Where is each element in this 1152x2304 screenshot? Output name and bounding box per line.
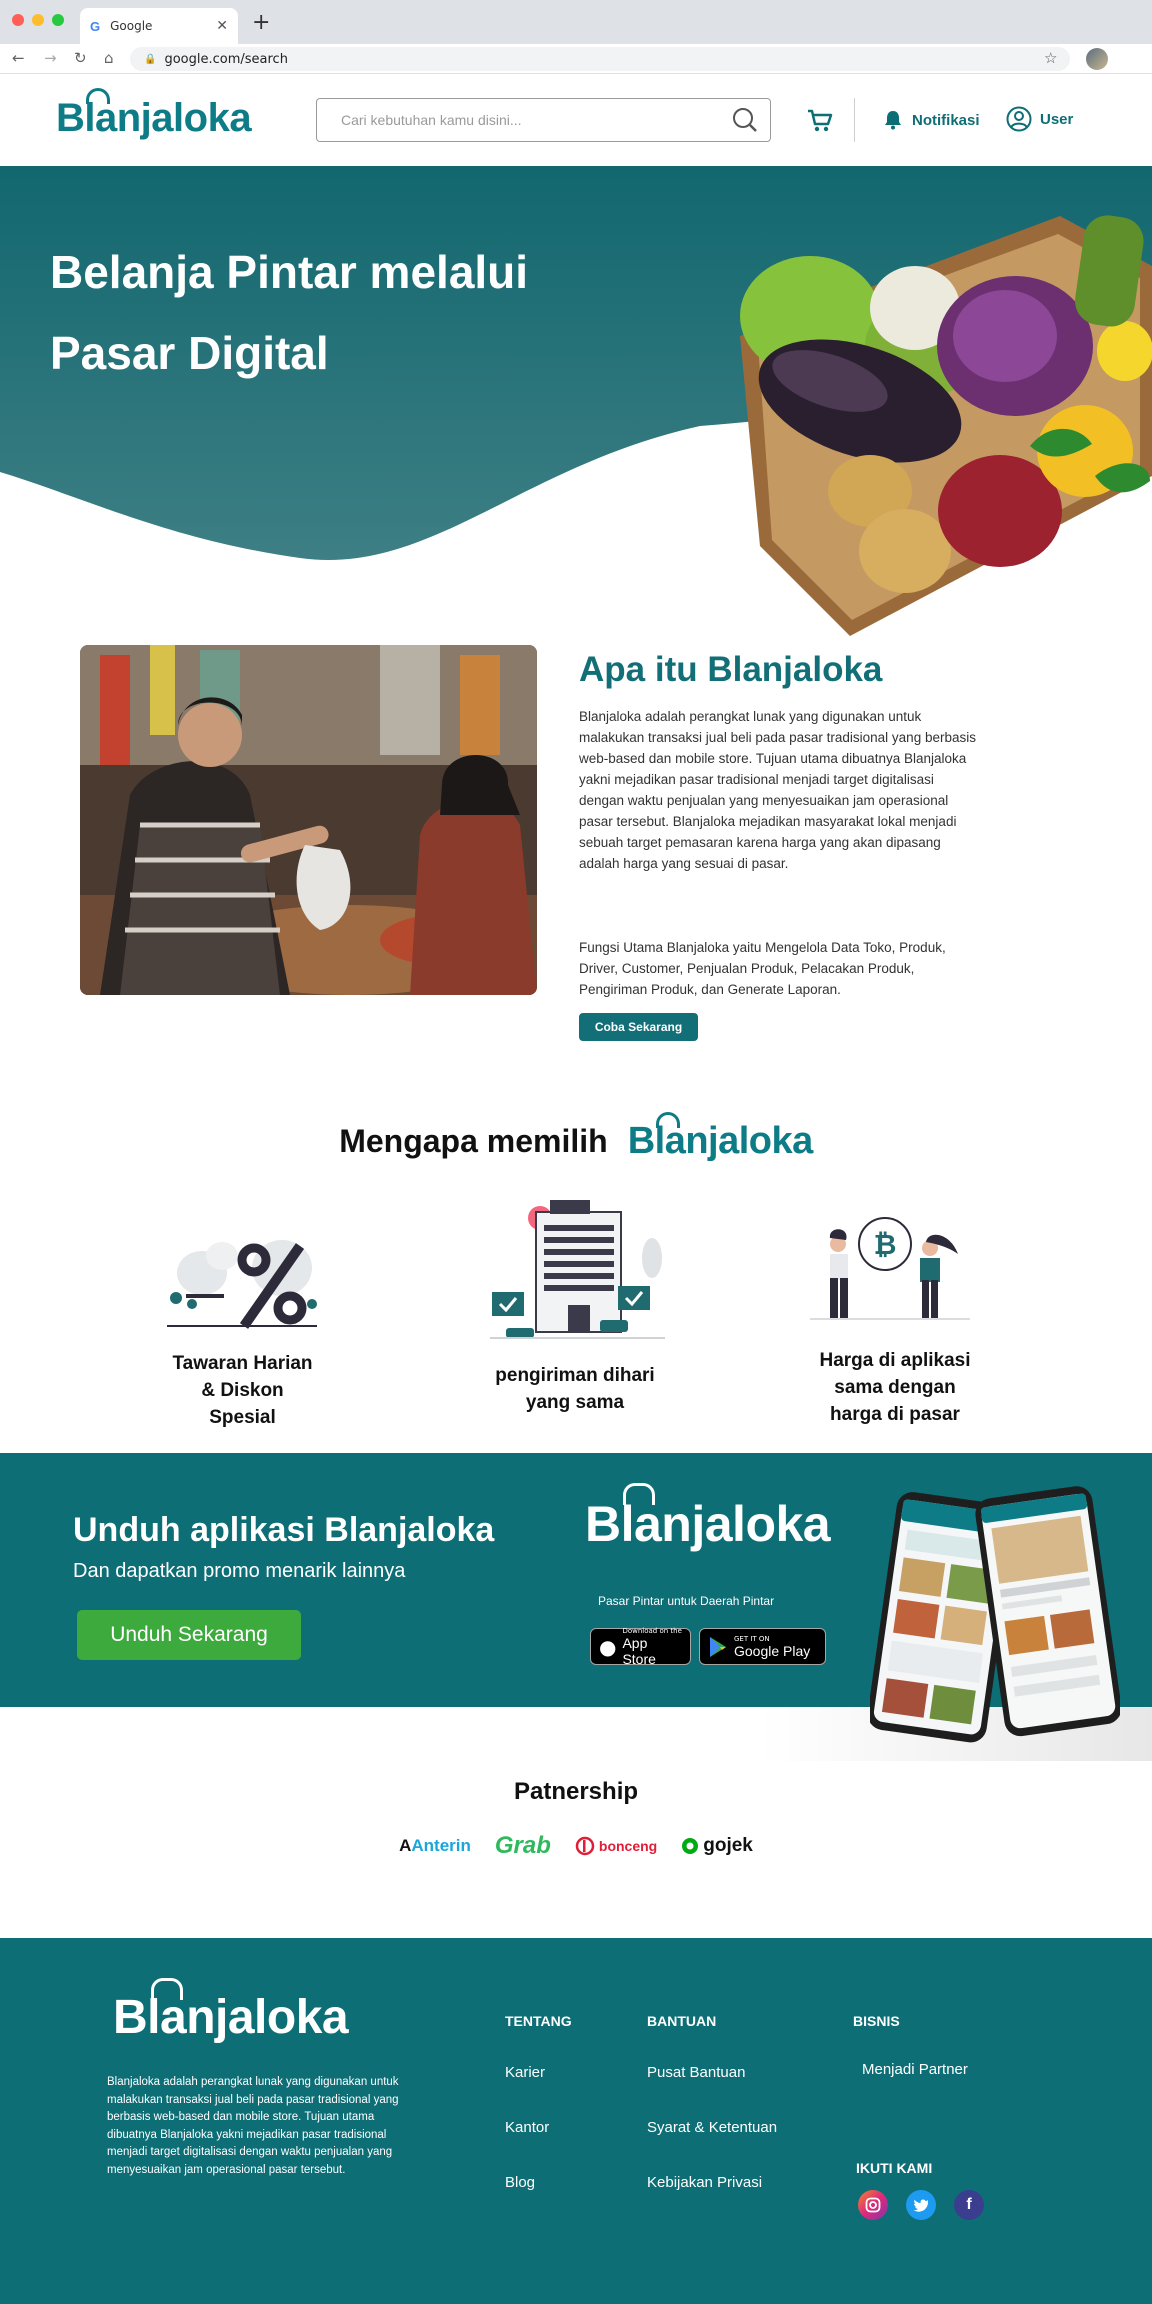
header-logo[interactable]: Blanjaloka [56, 88, 252, 141]
partner-gojek-logo: gojek [681, 1835, 753, 1857]
site-footer: Blanjaloka Blanjaloka adalah perangkat l… [0, 1938, 1152, 2304]
about-functions-paragraph: Fungsi Utama Blanjaloka yaitu Mengelola … [579, 940, 946, 997]
partner-grab-logo: Grab [494, 1832, 551, 1859]
lock-icon: 🔒 [144, 53, 157, 65]
about-paragraph: Blanjaloka adalah perangkat lunak yang d… [579, 709, 976, 871]
feature-market-price: Harga di aplikasi sama dengan harga di p… [819, 1350, 971, 1425]
footer-link-karier[interactable]: Karier [505, 2064, 545, 2081]
reload-icon[interactable]: ↻ [74, 49, 87, 67]
download-logo: Blanjaloka [585, 1483, 831, 1553]
footer-link-partner[interactable]: Menjadi Partner [862, 2061, 968, 2078]
user-label: User [1040, 110, 1074, 128]
back-icon[interactable]: ← [12, 49, 25, 67]
try-now-button[interactable]: Coba Sekarang [579, 1013, 698, 1041]
download-tagline: Pasar Pintar untuk Daerah Pintar [598, 1594, 775, 1608]
why-title-text: Mengapa memilih [339, 1123, 608, 1159]
download-now-button[interactable]: Unduh Sekarang [77, 1610, 301, 1660]
notification-button[interactable]: Notifikasi [884, 110, 980, 130]
hero-title: Belanja Pintar melalui Pasar Digital [50, 246, 529, 379]
cart-icon[interactable] [806, 108, 834, 134]
bell-icon [885, 111, 901, 130]
facebook-icon[interactable]: f [954, 2190, 984, 2220]
why-title: Mengapa memilih Blanjaloka [0, 1112, 1152, 1163]
why-logo: Blanjaloka [628, 1112, 813, 1163]
google-play-badge[interactable]: GET IT ON Google Play [699, 1628, 826, 1665]
partnership-title: Patnership [513, 1778, 639, 1805]
window-controls [12, 14, 64, 26]
profile-avatar[interactable] [1086, 48, 1108, 70]
bookmark-star-icon[interactable]: ☆ [1044, 49, 1057, 67]
footer-bantuan-title: BANTUAN [647, 2013, 717, 2029]
app-phones-image [870, 1486, 1120, 1743]
svg-text:₿: ₿ [874, 1228, 897, 1261]
footer-link-kantor[interactable]: Kantor [505, 2119, 549, 2136]
footer-link-privasi[interactable]: Kebijakan Privasi [647, 2174, 762, 2191]
feature-daily-offers: Tawaran Harian & Diskon Spesial [172, 1353, 313, 1428]
download-subtitle: Dan dapatkan promo menarik lainnya [73, 1560, 406, 1582]
forward-icon[interactable]: → [44, 49, 57, 67]
browser-tab[interactable]: G Google ✕ [80, 8, 238, 44]
close-window-button[interactable] [12, 14, 24, 26]
price-exchange-icon: ₿ [810, 1217, 970, 1320]
discount-percent-icon [167, 1240, 317, 1329]
close-tab-icon[interactable]: ✕ [216, 18, 228, 34]
footer-link-pusat-bantuan[interactable]: Pusat Bantuan [647, 2064, 745, 2081]
partner-bonceng-logo: bonceng [575, 1836, 657, 1856]
download-title: Unduh aplikasi Blanjaloka [73, 1511, 495, 1549]
search-icon[interactable] [732, 107, 758, 133]
hero-section: Belanja Pintar melalui Pasar Digital [0, 166, 1152, 636]
apple-icon: ● [599, 1634, 617, 1659]
minimize-window-button[interactable] [32, 14, 44, 26]
site-header: Blanjaloka Notifikasi User [0, 74, 1152, 166]
footer-link-syarat[interactable]: Syarat & Ketentuan [647, 2119, 777, 2136]
google-favicon-icon: G [90, 18, 101, 34]
footer-logo[interactable]: Blanjaloka [113, 1978, 349, 2045]
partner-logos: AAnterin Grab bonceng gojek [0, 1832, 1152, 1860]
delivery-building-icon [490, 1200, 665, 1339]
user-button[interactable]: User [1006, 106, 1073, 132]
header-divider [854, 98, 855, 142]
search-input[interactable] [341, 99, 721, 141]
search-box [316, 98, 771, 142]
instagram-icon[interactable] [858, 2190, 888, 2220]
user-icon [1006, 106, 1032, 132]
url-text: google.com/search [164, 51, 288, 67]
logo-bag-icon [151, 1978, 183, 2000]
notification-label: Notifikasi [912, 111, 980, 129]
logo-bag-icon [655, 1112, 680, 1128]
new-tab-button[interactable]: + [252, 10, 270, 35]
app-store-badge[interactable]: ● Download on the App Store [590, 1627, 691, 1667]
home-icon[interactable]: ⌂ [104, 49, 114, 67]
address-bar[interactable]: 🔒 google.com/search [130, 47, 1070, 71]
browser-toolbar: ← → ↻ ⌂ 🔒 google.com/search ☆ ⋮ [0, 44, 1152, 110]
market-photo [80, 645, 537, 995]
tab-title: Google [110, 19, 153, 33]
footer-follow-title: IKUTI KAMI [856, 2160, 933, 2176]
footer-link-blog[interactable]: Blog [505, 2174, 535, 2191]
about-title: Apa itu Blanjaloka [579, 650, 883, 689]
gojek-icon [682, 1838, 699, 1854]
maximize-window-button[interactable] [52, 14, 64, 26]
google-play-icon [710, 1636, 726, 1657]
footer-tentang-title: TENTANG [505, 2013, 572, 2029]
logo-bag-icon [86, 88, 110, 104]
browser-tabbar: G Google ✕ + [0, 0, 1152, 44]
bonceng-icon [575, 1836, 595, 1856]
logo-bag-icon [623, 1483, 655, 1505]
vegetable-basket-image [740, 215, 1152, 636]
twitter-icon[interactable] [906, 2190, 936, 2220]
feature-same-day-delivery: pengiriman dihari yang sama [495, 1365, 655, 1413]
partner-anterin-logo: AAnterin [399, 1836, 471, 1855]
footer-bisnis-title: BISNIS [853, 2013, 900, 2029]
footer-description: Blanjaloka adalah perangkat lunak yang d… [107, 2076, 399, 2176]
